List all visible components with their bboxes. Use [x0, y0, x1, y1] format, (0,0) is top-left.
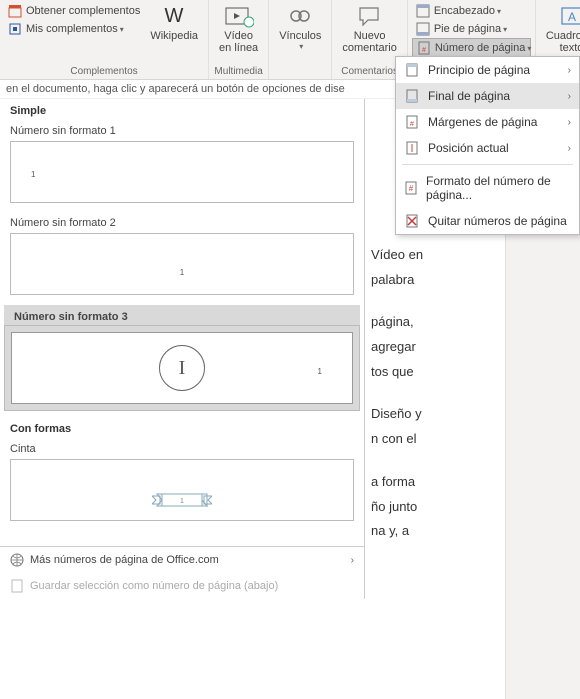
format-number-icon: # [404, 181, 418, 195]
header-label: Encabezado [434, 5, 495, 17]
section-shapes: Con formas [0, 417, 364, 439]
page-number-label: Número de página [435, 42, 526, 54]
chevron-right-icon: › [568, 143, 571, 154]
option-plain-1-title: Número sin formato 1 [0, 121, 364, 139]
more-from-office[interactable]: Más números de página de Office.com › [0, 547, 364, 573]
header-icon [416, 4, 430, 18]
textbox-label: Cuadro de texto [546, 30, 580, 54]
group-media: Vídeo en línea Multimedia [209, 0, 269, 79]
chevron-down-icon: ▾ [299, 42, 303, 51]
submenu-bottom-of-page[interactable]: Final de página › [396, 83, 579, 109]
save-selection-label: Guardar selección como número de página … [30, 580, 278, 592]
wikipedia-icon: W [160, 4, 188, 28]
current-position-icon [404, 141, 420, 155]
submenu-label: Final de página [428, 89, 510, 103]
option-cinta[interactable]: 1 [10, 459, 354, 521]
svg-text:1: 1 [180, 498, 184, 505]
my-addins-button[interactable]: Mis complementos ▾ [4, 20, 144, 38]
chevron-right-icon: › [568, 117, 571, 128]
page-margins-icon: # [404, 115, 420, 129]
footer-button[interactable]: Pie de página ▾ [412, 20, 531, 38]
addins-icon [8, 22, 22, 36]
textbox-icon: A [558, 4, 580, 28]
svg-text:A: A [567, 10, 575, 24]
group-links: Vínculos ▾ [269, 0, 332, 79]
submenu-format-number[interactable]: # Formato del número de página... [396, 168, 579, 208]
gallery-footer: Más números de página de Office.com › Gu… [0, 546, 364, 599]
svg-text:#: # [410, 121, 414, 128]
submenu-label: Márgenes de página [428, 115, 537, 129]
remove-number-icon [404, 214, 420, 228]
more-from-office-label: Más números de página de Office.com [30, 554, 219, 566]
links-label: Vínculos [279, 30, 321, 42]
menu-separator [402, 164, 573, 165]
svg-text:W: W [165, 5, 184, 27]
chevron-down-icon: ▾ [527, 44, 531, 53]
option-cinta-title: Cinta [0, 439, 364, 457]
my-addins-label: Mis complementos [26, 23, 118, 35]
page-number-button[interactable]: # Número de página ▾ [412, 38, 531, 58]
new-comment-label: Nuevo comentario [342, 30, 396, 54]
option-plain-3[interactable]: I 1 [4, 325, 360, 411]
side-panel-strip [505, 199, 580, 699]
save-page-icon [10, 579, 24, 593]
submenu-label: Quitar números de página [428, 214, 567, 228]
new-comment-button[interactable]: Nuevo comentario [336, 2, 402, 56]
page-number-sample: 1 [180, 268, 184, 277]
footer-icon [416, 22, 430, 36]
text-cursor-icon: I [159, 345, 205, 391]
comment-icon [356, 4, 384, 28]
online-video-label: Vídeo en línea [219, 30, 258, 54]
group-label-media: Multimedia [213, 65, 264, 79]
ribbon-shape-icon: 1 [152, 490, 212, 510]
chevron-right-icon: › [568, 65, 571, 76]
section-simple: Simple [0, 99, 364, 121]
group-label-comments: Comentarios [336, 65, 402, 79]
wikipedia-label: Wikipedia [150, 30, 198, 42]
link-icon [286, 4, 314, 28]
chevron-down-icon: ▾ [497, 7, 501, 16]
page-number-submenu: Principio de página › Final de página › … [395, 56, 580, 235]
option-plain-3-title: Número sin formato 3 [4, 305, 360, 325]
get-addins-button[interactable]: Obtener complementos [4, 2, 144, 20]
submenu-remove-numbers[interactable]: Quitar números de página [396, 208, 579, 234]
page-number-gallery: Simple Número sin formato 1 1 Número sin… [0, 99, 365, 599]
option-plain-2-title: Número sin formato 2 [0, 213, 364, 231]
group-label-addins: Complementos [4, 65, 204, 79]
chevron-right-icon: › [568, 91, 571, 102]
globe-icon [10, 553, 24, 567]
submenu-current-position[interactable]: Posición actual › [396, 135, 579, 161]
group-addins: Obtener complementos Mis complementos ▾ … [0, 0, 209, 79]
page-number-icon: # [417, 41, 431, 55]
option-plain-2[interactable]: 1 [10, 233, 354, 295]
save-selection: Guardar selección como número de página … [0, 573, 364, 599]
store-icon [8, 4, 22, 18]
submenu-label: Posición actual [428, 141, 509, 155]
chevron-right-icon: › [351, 555, 354, 566]
links-button[interactable]: Vínculos ▾ [273, 2, 327, 53]
submenu-label: Formato del número de página... [426, 174, 571, 202]
submenu-label: Principio de página [428, 63, 530, 77]
wikipedia-button[interactable]: W Wikipedia [144, 2, 204, 44]
get-addins-label: Obtener complementos [26, 5, 140, 17]
video-icon [224, 4, 254, 28]
chevron-down-icon: ▾ [120, 25, 124, 34]
submenu-page-margins[interactable]: # Márgenes de página › [396, 109, 579, 135]
page-bottom-icon [404, 89, 420, 103]
online-video-button[interactable]: Vídeo en línea [213, 2, 264, 56]
page-number-sample: 1 [31, 170, 35, 179]
footer-label: Pie de página [434, 23, 501, 35]
page-top-icon [404, 63, 420, 77]
svg-text:#: # [422, 47, 426, 54]
page-number-sample: 1 [318, 367, 322, 376]
submenu-top-of-page[interactable]: Principio de página › [396, 57, 579, 83]
header-button[interactable]: Encabezado ▾ [412, 2, 531, 20]
svg-text:#: # [409, 184, 414, 193]
chevron-down-icon: ▾ [503, 25, 507, 34]
option-plain-1[interactable]: 1 [10, 141, 354, 203]
group-label-links [273, 76, 327, 79]
